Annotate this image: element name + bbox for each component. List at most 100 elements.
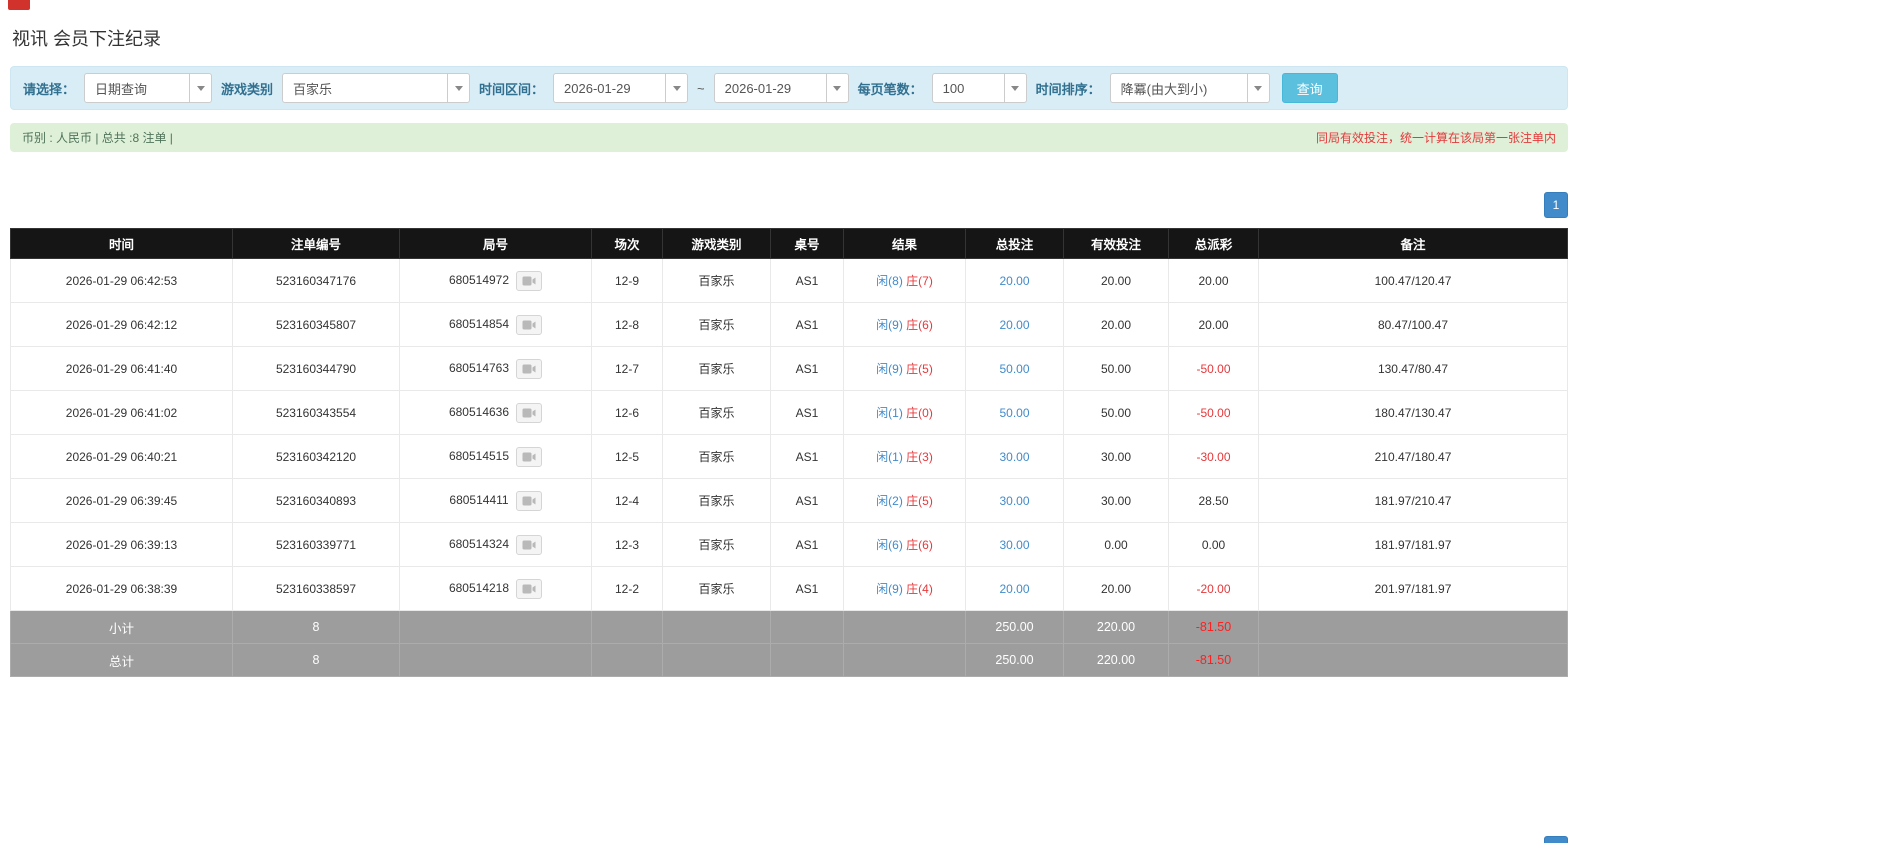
- cell-game-type: 百家乐: [662, 522, 771, 567]
- result-banker: 庄(7): [906, 274, 933, 288]
- cell-note: 210.47/180.47: [1258, 434, 1568, 479]
- cell-result: 闲(6) 庄(6): [843, 522, 966, 567]
- date-to-select[interactable]: 2026-01-29: [713, 73, 849, 103]
- summary-count: 8: [232, 643, 400, 677]
- cell-time: 2026-01-29 06:39:13: [10, 522, 233, 567]
- page-1-button[interactable]: 1: [1544, 192, 1568, 218]
- total-bet-link[interactable]: 20.00: [999, 582, 1029, 596]
- result-banker: 庄(3): [906, 450, 933, 464]
- round-id-text: 680514324: [448, 536, 510, 551]
- total-bet-link[interactable]: 30.00: [999, 450, 1029, 464]
- column-header: 局号: [399, 228, 592, 259]
- search-button[interactable]: 查询: [1281, 73, 1338, 103]
- cell-round-id: 680514218: [399, 566, 592, 611]
- cell-total-bet: 20.00: [965, 566, 1064, 611]
- column-header: 游戏类别: [662, 228, 771, 259]
- round-video-button[interactable]: [515, 490, 542, 511]
- total-bet-link[interactable]: 20.00: [999, 274, 1029, 288]
- table-header-row: 时间 注单编号 局号 场次 游戏类别 桌号 结果 总投注 有效投注 总派彩 备注: [10, 228, 1568, 259]
- page-title: 视讯 会员下注纪录: [12, 29, 162, 49]
- cell-table-no: AS1: [770, 390, 844, 435]
- total-bet-link[interactable]: 30.00: [999, 494, 1029, 508]
- result-player: 闲(9): [876, 362, 903, 376]
- page-1-button[interactable]: 1: [1544, 836, 1568, 843]
- table-row: 2026-01-29 06:41:02 523160343554 680514636…: [10, 390, 1568, 435]
- cell-note: 130.47/80.47: [1258, 346, 1568, 391]
- cell-session: 12-2: [591, 566, 663, 611]
- cell-round-id: 680514972: [399, 258, 592, 303]
- cell-total-bet: 30.00: [965, 522, 1064, 567]
- cell-valid-bet: 0.00: [1063, 522, 1169, 567]
- cell-game-type: 百家乐: [662, 258, 771, 303]
- cell-note: 181.97/210.47: [1258, 478, 1568, 523]
- round-id-text: 680514972: [448, 272, 510, 287]
- table-row: 2026-01-29 06:42:12 523160345807 680514854…: [10, 302, 1568, 347]
- result-banker: 庄(5): [906, 494, 933, 508]
- cell-round-id: 680514411: [399, 478, 592, 523]
- cell-round-id: 680514636: [399, 390, 592, 435]
- round-video-button[interactable]: [516, 578, 543, 599]
- column-header: 场次: [591, 228, 663, 259]
- cell-valid-bet: 30.00: [1063, 478, 1169, 523]
- page-size-select[interactable]: 100: [931, 73, 1027, 103]
- total-row: 总计 8 250.00 220.00 -81.50: [10, 643, 1568, 677]
- round-video-button[interactable]: [516, 314, 543, 335]
- cell-payout: 20.00: [1168, 302, 1259, 347]
- table-row: 2026-01-29 06:41:40 523160344790 680514763…: [10, 346, 1568, 391]
- cell-bet-id: 523160344790: [232, 346, 400, 391]
- cell-payout: -20.00: [1168, 566, 1259, 611]
- round-video-button[interactable]: [516, 402, 543, 423]
- total-bet-link[interactable]: 50.00: [999, 362, 1029, 376]
- column-header: 注单编号: [232, 228, 400, 259]
- cell-bet-id: 523160342120: [232, 434, 400, 479]
- cell-result: 闲(8) 庄(7): [843, 258, 966, 303]
- table-row: 2026-01-29 06:39:13 523160339771 680514324…: [10, 522, 1568, 567]
- cell-table-no: AS1: [770, 434, 844, 479]
- cell-game-type: 百家乐: [662, 478, 771, 523]
- round-id-text: 680514636: [448, 404, 510, 419]
- cell-total-bet: 50.00: [965, 346, 1064, 391]
- total-bet-link[interactable]: 50.00: [999, 406, 1029, 420]
- pagination-bottom: 1: [10, 836, 1568, 843]
- column-header: 总派彩: [1168, 228, 1259, 259]
- cell-table-no: AS1: [770, 478, 844, 523]
- date-from-select[interactable]: 2026-01-29: [553, 73, 689, 103]
- round-id-text: 680514218: [448, 580, 510, 595]
- cell-payout: -30.00: [1168, 434, 1259, 479]
- result-player: 闲(2): [876, 494, 903, 508]
- round-video-button[interactable]: [516, 270, 543, 291]
- query-mode-select[interactable]: 日期查询: [84, 73, 213, 103]
- currency-summary-text: 币别 : 人民币 | 总共 :8 注单 |: [22, 131, 173, 145]
- cell-bet-id: 523160347176: [232, 258, 400, 303]
- cell-round-id: 680514763: [399, 346, 592, 391]
- cell-result: 闲(2) 庄(5): [843, 478, 966, 523]
- column-header: 总投注: [965, 228, 1064, 259]
- main-content: 视讯 会员下注纪录 请选择： 日期查询 游戏类别 百家乐 时间区间： 2026-…: [10, 0, 1568, 843]
- sort-select[interactable]: 降冪(由大到小): [1109, 73, 1270, 103]
- cell-valid-bet: 20.00: [1063, 566, 1169, 611]
- chevron-down-icon: [1003, 74, 1026, 102]
- total-bet-link[interactable]: 20.00: [999, 318, 1029, 332]
- game-type-select[interactable]: 百家乐: [282, 73, 471, 103]
- date-range-label: 时间区间：: [479, 81, 545, 97]
- round-video-button[interactable]: [516, 446, 543, 467]
- cell-session: 12-8: [591, 302, 663, 347]
- round-video-button[interactable]: [516, 534, 543, 555]
- total-bet-link[interactable]: 30.00: [999, 538, 1029, 552]
- cell-table-no: AS1: [770, 258, 844, 303]
- cell-session: 12-4: [591, 478, 663, 523]
- cell-time: 2026-01-29 06:38:39: [10, 566, 233, 611]
- column-header: 备注: [1258, 228, 1568, 259]
- table-body: 2026-01-29 06:42:53 523160347176 680514972…: [10, 258, 1568, 677]
- result-banker: 庄(6): [906, 318, 933, 332]
- summary-payout: -81.50: [1168, 643, 1259, 677]
- cell-total-bet: 20.00: [965, 258, 1064, 303]
- cell-payout: 28.50: [1168, 478, 1259, 523]
- cell-game-type: 百家乐: [662, 346, 771, 391]
- round-video-button[interactable]: [516, 358, 543, 379]
- chevron-down-icon: [825, 74, 848, 102]
- result-player: 闲(9): [876, 318, 903, 332]
- cell-total-bet: 30.00: [965, 434, 1064, 479]
- chevron-down-icon: [665, 74, 687, 102]
- column-header: 结果: [843, 228, 966, 259]
